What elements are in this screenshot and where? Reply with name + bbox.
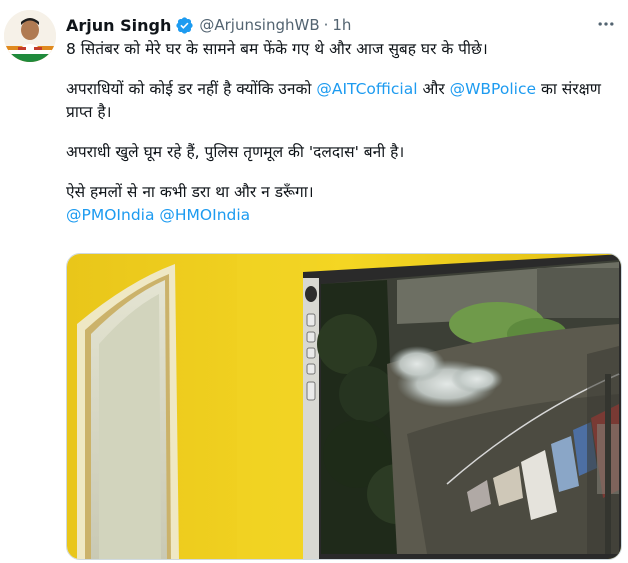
mention-pmoindia-link[interactable]: @PMOIndia (66, 206, 154, 224)
tweet-text: 8 सितंबर को मेरे घर के सामने बम फेंके गए… (66, 38, 622, 227)
tweet-line-3: अपराधी खुले घूम रहे हैं, पुलिस तृणमूल की… (66, 143, 405, 161)
separator-dot: · (323, 16, 329, 34)
tweet-line-4: ऐसे हमलों से ना कभी डरा था और न डरूँगा। (66, 183, 314, 201)
author-handle[interactable]: @ArjunsinghWB (199, 16, 319, 34)
avatar[interactable] (4, 10, 56, 62)
tweet-text-segment: अपराधियों को कोई डर नहीं है क्योंकि उनको (66, 80, 317, 98)
mention-wbpolice-link[interactable]: @WBPolice (450, 80, 536, 98)
tweet-header: Arjun Singh @ArjunsinghWB · 1h (66, 14, 351, 36)
tweet[interactable]: Arjun Singh @ArjunsinghWB · 1h 8 सितंबर … (0, 0, 628, 563)
tweet-paragraph-2: अपराधियों को कोई डर नहीं है क्योंकि उनको… (66, 78, 622, 124)
tweet-text-segment: और (417, 80, 450, 98)
more-options-icon[interactable] (592, 12, 620, 36)
tweet-line-1: 8 सितंबर को मेरे घर के सामने बम फेंके गए… (66, 40, 488, 58)
tweet-media-video[interactable] (66, 253, 622, 560)
cctv-video-frame (67, 254, 621, 559)
verified-badge-icon (175, 16, 194, 35)
author-name[interactable]: Arjun Singh (66, 16, 171, 35)
avatar-image (4, 10, 56, 62)
mention-aitcofficial-link[interactable]: @AITCofficial (316, 80, 417, 98)
tweet-mentions-line: @PMOIndia @HMOIndia (66, 204, 622, 227)
mention-hmoindia-link[interactable]: @HMOIndia (159, 206, 250, 224)
timestamp[interactable]: 1h (332, 16, 351, 34)
